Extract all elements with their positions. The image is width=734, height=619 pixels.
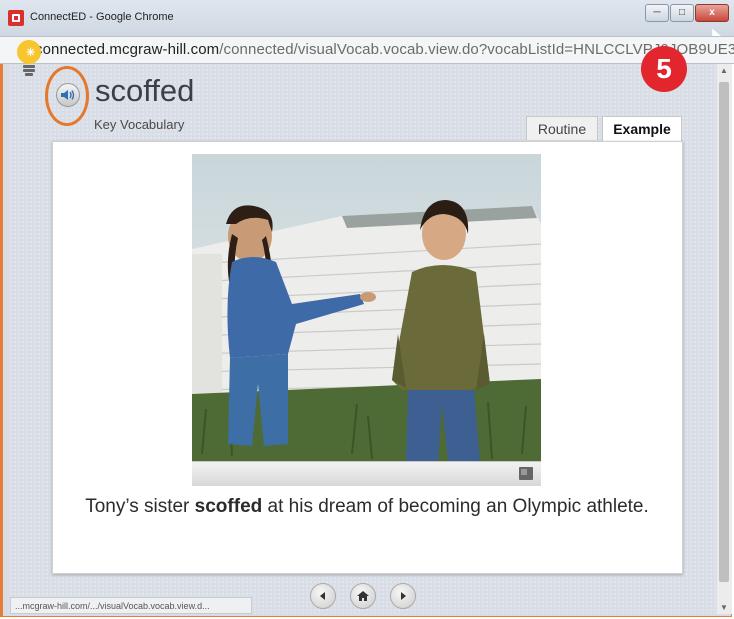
scroll-down-icon[interactable]: ▼ xyxy=(720,603,728,612)
previous-button[interactable] xyxy=(310,583,336,609)
minimize-button[interactable]: ─ xyxy=(645,4,669,22)
scroll-thumb[interactable] xyxy=(719,82,729,582)
close-button[interactable]: x xyxy=(695,4,729,22)
example-photo xyxy=(192,154,541,461)
window-title: ConnectED - Google Chrome xyxy=(30,11,174,23)
url-text: connected.mcgraw-hill.com/connected/visu… xyxy=(35,41,734,58)
sentence-end: at his dream of becoming an Olympic athl… xyxy=(262,496,649,517)
arrow-right-icon xyxy=(401,592,406,600)
title-bar: ConnectED - Google Chrome ─ □ x xyxy=(0,0,734,36)
lightbulb-icon[interactable]: ✳ xyxy=(16,40,42,82)
status-bar-url: ...mcgraw-hill.com/.../visualVocab.vocab… xyxy=(10,597,252,614)
home-button[interactable] xyxy=(350,583,376,609)
vertical-scrollbar[interactable]: ▲ ▼ xyxy=(717,64,732,614)
sentence-vocab-word: scoffed xyxy=(194,496,263,517)
example-sentence: Tony’s sister scoffed at his dream of be… xyxy=(70,494,664,520)
step-number-badge: 5 xyxy=(641,46,687,92)
address-bar[interactable]: connected.mcgraw-hill.com/connected/visu… xyxy=(0,36,734,64)
app-logo-icon xyxy=(8,10,24,26)
audio-button[interactable] xyxy=(56,83,80,107)
home-icon xyxy=(357,591,369,601)
arrow-left-icon xyxy=(320,592,325,600)
sentence-start: Tony’s sister xyxy=(85,496,195,517)
tab-routine[interactable]: Routine xyxy=(526,116,598,140)
vocab-subtitle: Key Vocabulary xyxy=(94,117,185,132)
speaker-icon xyxy=(61,90,75,100)
tab-example[interactable]: Example xyxy=(602,116,682,142)
scroll-up-icon[interactable]: ▲ xyxy=(720,66,728,75)
next-button[interactable] xyxy=(390,583,416,609)
url-host: connected.mcgraw-hill.com xyxy=(35,41,220,58)
photo-toolbar xyxy=(192,461,541,486)
maximize-button[interactable]: □ xyxy=(670,4,694,22)
vocab-word: scoffed xyxy=(95,73,195,108)
expand-icon[interactable] xyxy=(519,467,533,480)
